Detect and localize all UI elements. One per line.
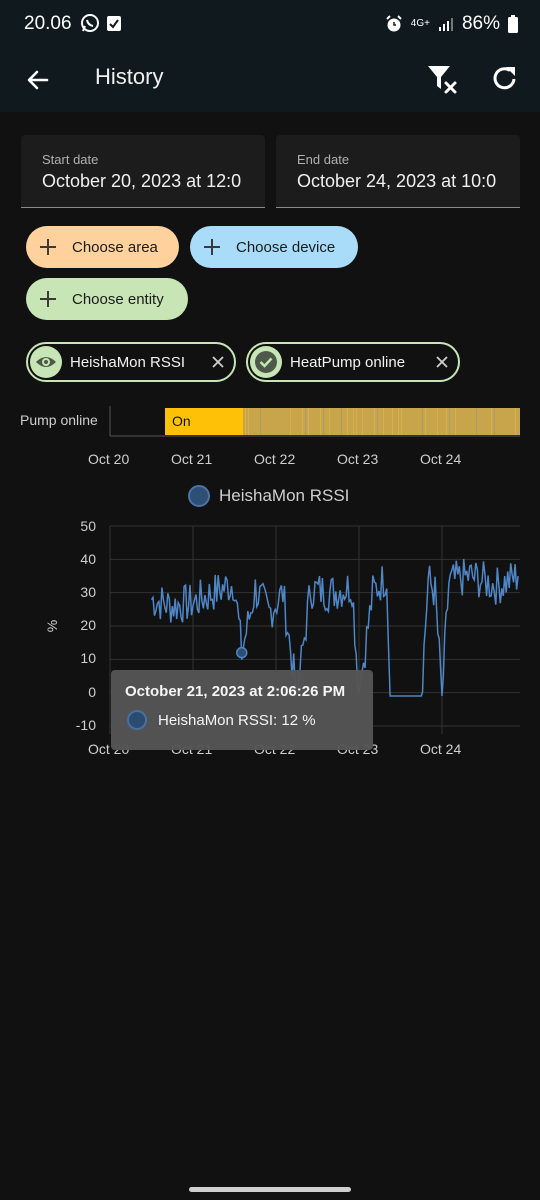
end-date-value: October 24, 2023 at 10:0 [297,171,497,191]
status-time: 20.06 [24,13,72,34]
timeline-state-change [260,408,261,435]
timeline-state-change [305,408,306,435]
start-date-field[interactable]: Start date October 20, 2023 at 12:0 [21,135,265,208]
network-type: 4G+ [410,18,430,29]
plus-icon [40,239,56,255]
checklist-icon [107,16,121,31]
timeline-state-change [491,408,492,435]
close-icon[interactable] [434,354,450,370]
start-date-label: Start date [42,152,99,167]
timeline-state-change [341,408,342,435]
filter-remove-icon[interactable] [424,62,460,96]
timeline-state-change [290,408,291,435]
timeline-state-change [308,408,309,435]
choose-device-label: Choose device [236,238,336,256]
timeline-state-change [383,408,384,435]
tooltip-series-dot [127,710,147,730]
timeline-x-tick: Oct 21 [171,451,213,467]
timeline-state-change [425,408,426,435]
close-icon[interactable] [210,354,226,370]
target-chip-heatpump-online[interactable]: HeatPump online [246,342,460,382]
timeline-state-change [449,408,450,435]
timeline-state-change [248,408,249,435]
timeline-state-change [392,408,393,435]
start-date-value: October 20, 2023 at 12:0 [42,171,242,191]
timeline-state-change [446,408,447,435]
app-bar: History [0,48,540,112]
choose-entity-label: Choose entity [72,290,164,308]
target-chip-label: HeishaMon RSSI [70,353,186,371]
status-bar: 20.06 4G+ 86% [0,0,540,48]
target-chip-label: HeatPump online [290,353,406,371]
signal-icon [438,18,453,31]
end-date-field[interactable]: End date October 24, 2023 at 10:0 [276,135,520,208]
choose-area-label: Choose area [72,238,158,256]
timeline-state-change [494,408,495,435]
tooltip-value: HeishaMon RSSI: 12 % [158,711,316,729]
timeline-state-change [320,408,321,435]
timeline-state-change [398,408,399,435]
timeline-state-change [302,408,303,435]
timeline-x-tick: Oct 24 [420,451,462,467]
timeline-state-change [356,408,357,435]
timeline-flapping-segment[interactable] [243,408,520,435]
choose-device-button[interactable]: Choose device [190,226,358,268]
hover-data-point[interactable] [236,646,248,659]
alarm-icon [386,15,402,32]
timeline-state-change [347,408,348,435]
timeline-state-change [401,408,402,435]
timeline-state-change [515,408,516,435]
timeline-state-change [476,408,477,435]
end-date-label: End date [297,152,350,167]
timeline-x-tick: Oct 23 [337,451,379,467]
timeline-state-change [437,408,438,435]
battery-percent: 86% [461,13,500,34]
timeline-state-change [422,408,423,435]
whatsapp-icon [81,14,99,32]
back-arrow-icon[interactable] [22,64,54,96]
battery-icon [508,15,518,33]
plus-icon [204,239,220,255]
x-tick-label: Oct 24 [420,741,462,757]
timeline-state-change [374,408,375,435]
timeline-state-label: On [172,413,191,429]
timeline-state-change [455,408,456,435]
timeline-state-change [323,408,324,435]
eye-icon [36,357,56,367]
target-chip-heishamon-rssi[interactable]: HeishaMon RSSI [26,342,236,382]
choose-entity-button[interactable]: Choose entity [26,278,188,320]
timeline-x-tick: Oct 22 [254,451,296,467]
check-circle-icon [255,351,277,373]
timeline-state-change [245,408,246,435]
timeline-state-change [362,408,363,435]
home-indicator[interactable] [189,1187,351,1192]
chart-tooltip: October 21, 2023 at 2:06:26 PM HeishaMon… [111,670,373,750]
choose-area-button[interactable]: Choose area [26,226,179,268]
timeline-x-tick: Oct 20 [88,451,130,467]
timeline-state-change [353,408,354,435]
page-title: History [95,64,164,89]
timeline-state-change [329,408,330,435]
plus-icon [40,291,56,307]
tooltip-title: October 21, 2023 at 2:06:26 PM [125,683,346,700]
refresh-icon[interactable] [490,62,520,94]
timeline-state-change [377,408,378,435]
